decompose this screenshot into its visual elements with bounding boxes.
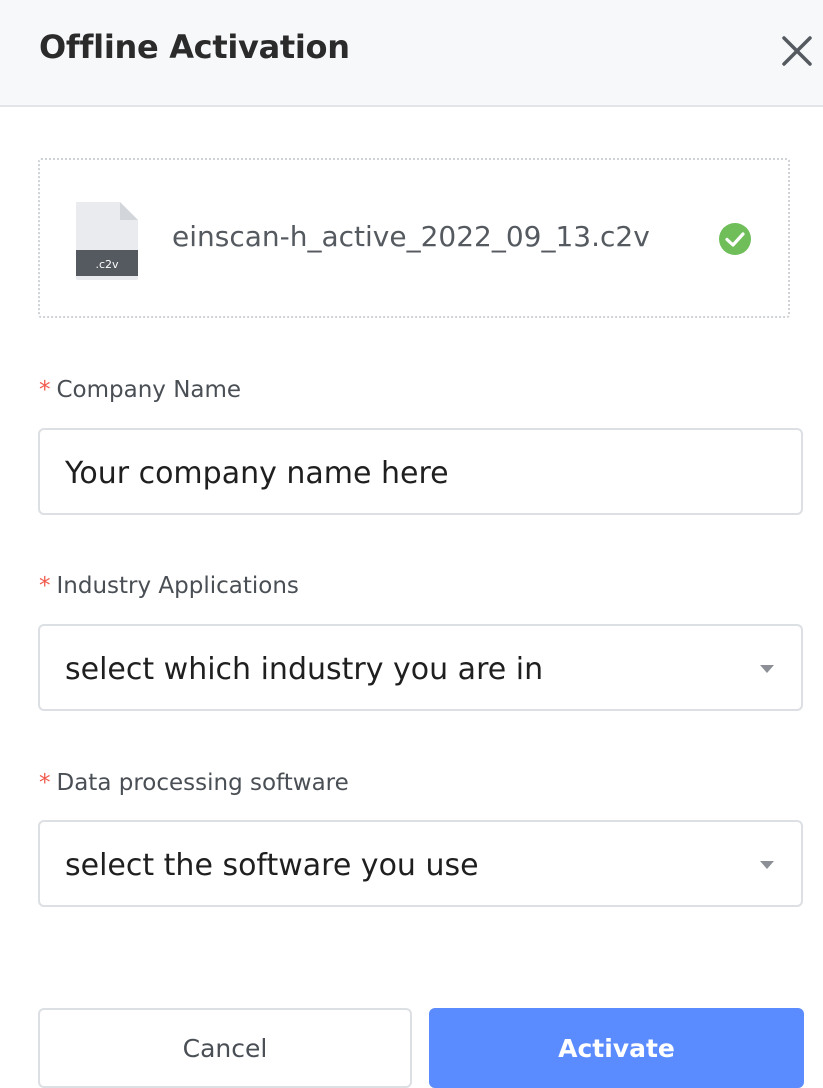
company-name-value: Your company name here [65, 456, 449, 491]
company-name-input[interactable]: Your company name here [38, 428, 803, 515]
dialog-title: Offline Activation [39, 28, 350, 66]
software-select[interactable]: select the software you use [38, 820, 803, 907]
required-mark: * [39, 573, 51, 599]
industry-selected-value: select which industry you are in [65, 652, 544, 687]
file-icon: .c2v [74, 202, 140, 280]
uploaded-file-box: .c2v einscan-h_active_2022_09_13.c2v [38, 158, 790, 318]
cancel-button[interactable]: Cancel [38, 1008, 412, 1088]
check-circle-icon [718, 222, 752, 256]
close-icon[interactable] [780, 34, 814, 68]
company-name-label: * Company Name [39, 377, 242, 403]
data-processing-software-label: * Data processing software [39, 770, 349, 796]
required-mark: * [39, 770, 51, 796]
chevron-down-icon [759, 856, 775, 869]
industry-applications-label: * Industry Applications [39, 573, 299, 599]
dialog-header: Offline Activation [0, 0, 823, 107]
file-name: einscan-h_active_2022_09_13.c2v [172, 220, 650, 253]
activate-button[interactable]: Activate [429, 1008, 804, 1088]
chevron-down-icon [759, 660, 775, 673]
industry-select[interactable]: select which industry you are in [38, 624, 803, 711]
file-extension-badge: .c2v [95, 258, 119, 271]
required-mark: * [39, 377, 51, 403]
software-selected-value: select the software you use [65, 848, 479, 883]
